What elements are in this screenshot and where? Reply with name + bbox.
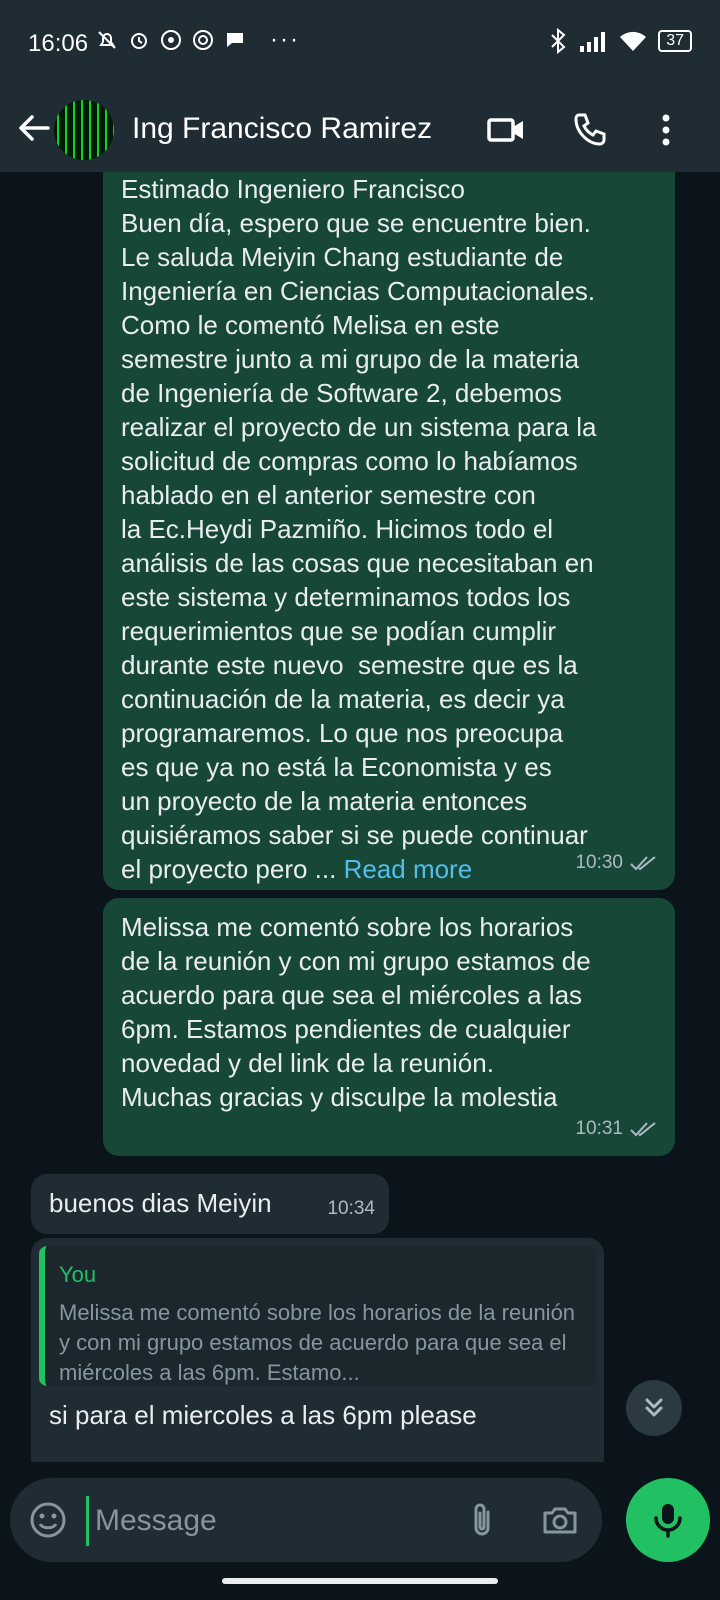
emoji-icon[interactable] bbox=[28, 1500, 68, 1540]
chat-header: Ing Francisco Ramirez bbox=[0, 88, 720, 172]
incoming-message[interactable]: buenos dias Meiyin 10:34 bbox=[31, 1174, 389, 1234]
incoming-reply-message[interactable]: You Melissa me comentó sobre los horario… bbox=[31, 1238, 604, 1462]
scroll-to-bottom-button[interactable] bbox=[626, 1380, 682, 1436]
home-indicator[interactable] bbox=[222, 1578, 498, 1584]
at-sign-icon bbox=[193, 30, 213, 50]
notification-icons bbox=[95, 28, 247, 52]
outgoing-message[interactable]: Estimado Ingeniero Francisco Buen día, e… bbox=[103, 172, 675, 890]
camera-icon[interactable] bbox=[540, 1500, 580, 1540]
double-check-icon bbox=[630, 1122, 656, 1137]
chat-messages[interactable]: Estimado Ingeniero Francisco Buen día, e… bbox=[0, 172, 720, 1462]
message-composer bbox=[10, 1478, 602, 1562]
mute-bell-icon bbox=[98, 31, 116, 49]
bluetooth-icon bbox=[551, 28, 566, 54]
read-more-link[interactable]: Read more bbox=[344, 854, 473, 884]
status-bar: 16:06 ··· 37 bbox=[0, 0, 720, 88]
more-notifications-icon: ··· bbox=[270, 26, 300, 53]
back-arrow-icon[interactable] bbox=[14, 108, 54, 148]
message-meta: 10:30 bbox=[575, 846, 657, 880]
double-chevron-down-icon bbox=[645, 1398, 663, 1417]
quoted-message[interactable]: You Melissa me comentó sobre los horario… bbox=[39, 1246, 596, 1386]
quote-author: You bbox=[59, 1262, 97, 1287]
whatsapp-icon bbox=[161, 30, 181, 50]
message-time: 10:31 bbox=[575, 1118, 623, 1139]
microphone-icon bbox=[654, 1504, 682, 1538]
voice-call-icon[interactable] bbox=[570, 110, 610, 150]
system-icons: 37 bbox=[548, 28, 692, 54]
message-time: 10:34 bbox=[327, 1198, 375, 1219]
battery-level: 37 bbox=[658, 30, 692, 52]
quote-text: Melissa me comentó sobre los horarios de… bbox=[59, 1300, 576, 1385]
message-meta: 10:34 bbox=[327, 1192, 375, 1226]
message-text: Estimado Ingeniero Francisco Buen día, e… bbox=[121, 174, 597, 884]
more-options-icon[interactable] bbox=[646, 110, 686, 150]
video-call-icon[interactable] bbox=[486, 110, 526, 150]
outgoing-message[interactable]: Melissa me comentó sobre los horarios de… bbox=[103, 898, 675, 1156]
contact-name[interactable]: Ing Francisco Ramirez bbox=[132, 112, 432, 146]
message-input[interactable] bbox=[86, 1496, 477, 1546]
signal-icon bbox=[580, 32, 606, 52]
message-text: si para el miercoles a las 6pm please bbox=[49, 1400, 477, 1430]
alarm-icon bbox=[131, 33, 147, 49]
message-text: Melissa me comentó sobre los horarios de… bbox=[121, 912, 591, 1112]
message-meta: 10:31 bbox=[575, 1112, 657, 1146]
double-check-icon bbox=[630, 856, 656, 871]
chat-bubble-icon bbox=[227, 33, 243, 47]
contact-avatar[interactable] bbox=[54, 100, 114, 160]
wifi-icon bbox=[620, 31, 647, 51]
attachment-icon[interactable] bbox=[462, 1500, 502, 1540]
status-time: 16:06 bbox=[28, 30, 89, 57]
voice-message-button[interactable] bbox=[626, 1478, 710, 1562]
message-time: 10:30 bbox=[575, 852, 623, 873]
